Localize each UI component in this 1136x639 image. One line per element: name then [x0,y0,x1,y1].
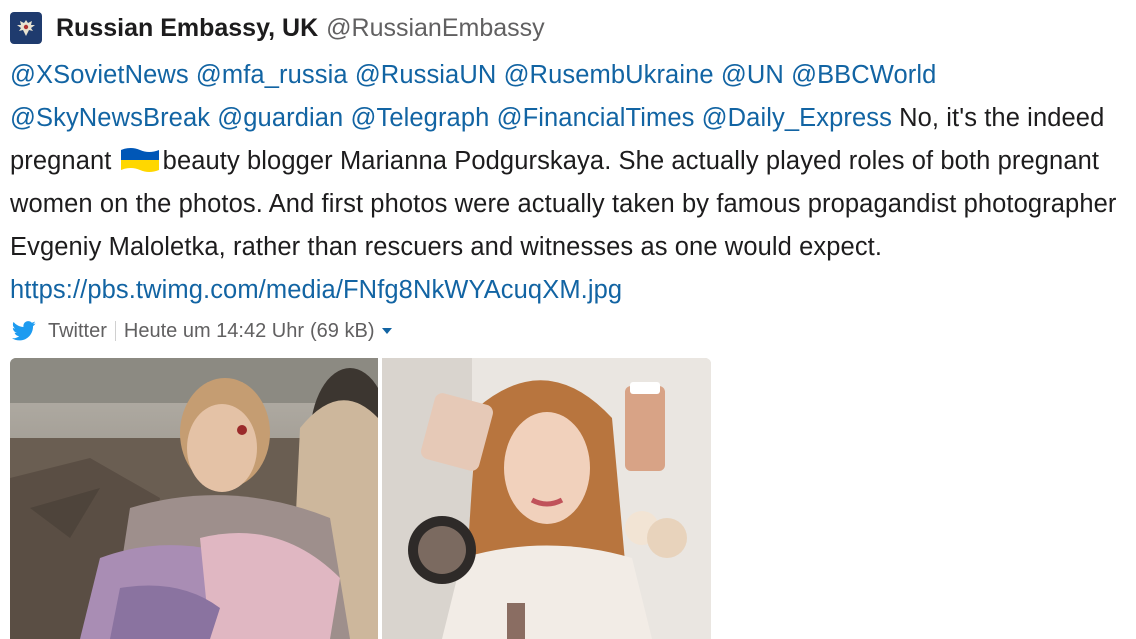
mention-link[interactable]: @SkyNewsBreak [10,104,210,132]
mention-link[interactable]: @RusembUkraine [504,61,714,89]
twitter-bird-icon [12,321,36,341]
source-label: Twitter [48,319,107,342]
mention-link[interactable]: @guardian [217,104,343,132]
mention-link[interactable]: @UN [721,61,784,89]
image-link[interactable]: https://pbs.twimg.com/media/FNfg8NkWYAcu… [10,276,622,304]
tweet-meta: Twitter Heute um 14:42 Uhr (69 kB) [12,316,393,346]
mention-link[interactable]: @FinancialTimes [497,104,695,132]
mention-link[interactable]: @Telegraph [351,104,490,132]
timestamp: Heute um 14:42 Uhr [123,319,305,342]
file-size: (69 kB) [310,319,375,342]
mention-link[interactable]: @Daily_Express [702,104,892,132]
mention-link[interactable]: @XSovietNews [10,61,189,89]
attached-image[interactable] [10,358,711,639]
mention-link[interactable]: @BBCWorld [791,61,936,89]
mention-link[interactable]: @RussiaUN [355,61,497,89]
chevron-down-icon[interactable] [381,327,393,335]
author-handle[interactable]: @RussianEmbassy [326,14,545,43]
double-headed-eagle-icon[interactable] [10,12,42,44]
tweet-text: @XSovietNews @mfa_russia @RussiaUN @Ruse… [10,54,1125,312]
meta-divider [114,321,116,341]
ukraine-flag-icon [120,148,159,172]
author-name[interactable]: Russian Embassy, UK [56,14,318,43]
tweet-header: Russian Embassy, UK @RussianEmbassy [10,10,545,46]
mention-link[interactable]: @mfa_russia [196,61,348,89]
tweet-text-part2: beauty blogger Marianna Podgurskaya. She… [10,147,1117,261]
photo-beauty-blogger [382,358,711,639]
photo-injured-woman [10,358,378,639]
